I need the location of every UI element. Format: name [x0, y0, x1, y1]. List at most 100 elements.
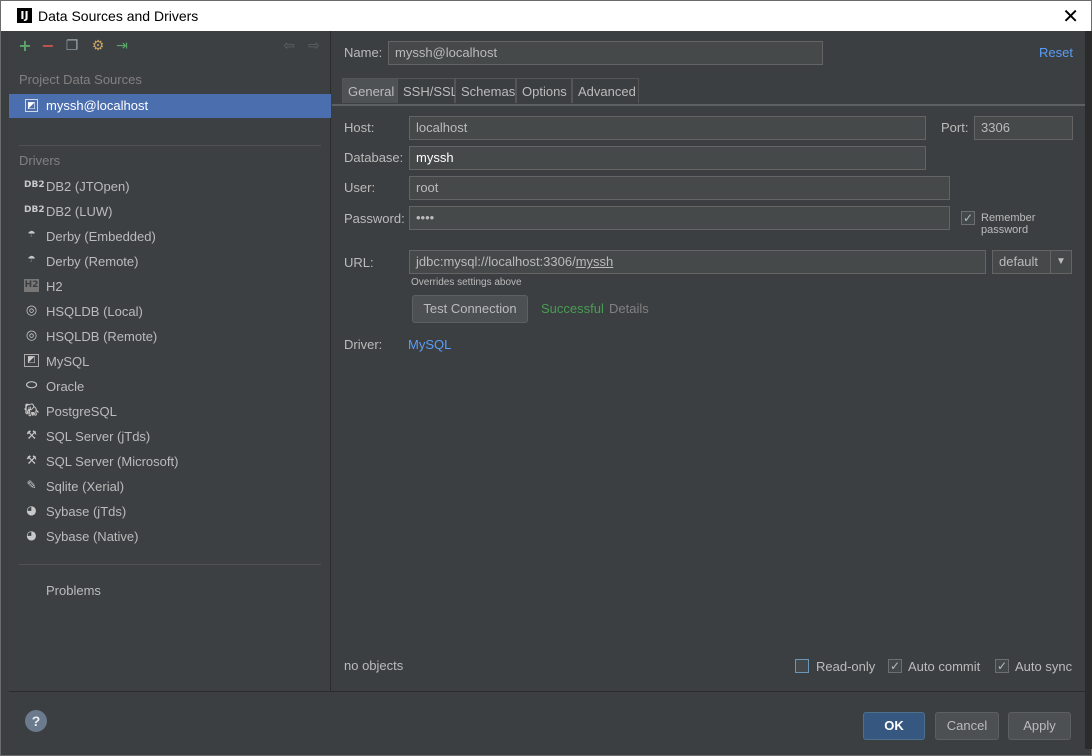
host-label: Host:: [344, 120, 375, 135]
hsqldb-icon: ◎: [25, 328, 38, 343]
data-source-item-myssh[interactable]: ◩ myssh@localhost: [9, 94, 331, 118]
help-icon[interactable]: ?: [25, 710, 47, 732]
driver-item-db2-jtopen[interactable]: DB2 DB2 (JTOpen): [9, 174, 331, 199]
derby-icon: ☂: [27, 255, 36, 265]
driver-label: H2: [46, 279, 63, 294]
remove-icon[interactable]: −: [39, 36, 57, 56]
driver-label: SQL Server (Microsoft): [46, 454, 179, 469]
cancel-button[interactable]: Cancel: [935, 712, 999, 740]
db2-icon: DB2: [24, 205, 45, 215]
import-icon[interactable]: ⇥: [113, 36, 131, 56]
url-mode-value: default: [999, 254, 1039, 269]
driver-label: DB2 (JTOpen): [46, 179, 130, 194]
port-input[interactable]: 3306: [974, 116, 1073, 140]
driver-item-sqlserver-jtds[interactable]: ⚒ SQL Server (jTds): [9, 424, 331, 449]
reset-link[interactable]: Reset: [1039, 45, 1073, 60]
driver-item-hsqldb-local[interactable]: ◎ HSQLDB (Local): [9, 299, 331, 324]
driver-item-derby-embedded[interactable]: ☂ Derby (Embedded): [9, 224, 331, 249]
database-input[interactable]: myssh: [409, 146, 926, 170]
name-input[interactable]: myssh@localhost: [388, 41, 823, 65]
driver-label: Sybase (jTds): [46, 504, 127, 519]
tab-general[interactable]: General: [342, 78, 398, 103]
dialog-window: IJ Data Sources and Drivers ✕ + − ❐ ⚙ ⇥ …: [0, 0, 1092, 756]
password-label: Password:: [344, 211, 405, 226]
add-icon[interactable]: +: [16, 36, 34, 56]
problems-item[interactable]: Problems: [46, 583, 101, 598]
tab-advanced[interactable]: Advanced: [572, 78, 639, 103]
tab-ssh-ssl[interactable]: SSH/SSL: [397, 78, 458, 103]
back-arrow-icon[interactable]: ⇦: [280, 36, 298, 56]
driver-label: DB2 (LUW): [46, 204, 113, 219]
settings-icon[interactable]: ⚙: [89, 36, 107, 56]
driver-label: HSQLDB (Local): [46, 304, 143, 319]
driver-label: SQL Server (jTds): [46, 429, 151, 444]
driver-item-db2-luw[interactable]: DB2 DB2 (LUW): [9, 199, 331, 224]
connection-status: Successful: [541, 301, 604, 316]
postgresql-icon: 🐘︎: [24, 403, 40, 417]
sidebar-toolbar: + − ❐ ⚙ ⇥ ⇦ ⇨: [9, 31, 331, 63]
driver-label: Driver:: [344, 337, 383, 352]
autocommit-checkbox[interactable]: ✓: [888, 659, 902, 673]
autosync-checkbox[interactable]: ✓: [995, 659, 1009, 673]
driver-link[interactable]: MySQL: [408, 337, 451, 352]
window-edge: [1085, 31, 1092, 749]
sqlite-icon: ✎: [26, 478, 37, 492]
tab-options[interactable]: Options: [516, 78, 572, 103]
remember-password-checkbox[interactable]: ✓: [961, 211, 975, 225]
sybase-icon: ◕: [26, 528, 37, 542]
readonly-label: Read-only: [816, 659, 876, 674]
apply-button[interactable]: Apply: [1008, 712, 1071, 740]
chevron-down-icon: ▼: [1050, 251, 1071, 273]
driver-label: Derby (Embedded): [46, 229, 156, 244]
url-database: myssh: [575, 254, 614, 269]
mysql-icon: ◩: [25, 99, 38, 112]
driver-item-sybase-native[interactable]: ◕ Sybase (Native): [9, 524, 331, 549]
remember-password-label: Remember password: [981, 212, 1036, 236]
user-label: User:: [344, 180, 376, 195]
driver-item-postgresql[interactable]: 🐘︎ PostgreSQL: [9, 399, 331, 424]
password-input[interactable]: ••••: [409, 206, 950, 230]
url-mode-select[interactable]: default ▼: [992, 250, 1072, 274]
divider: [19, 564, 321, 565]
close-icon[interactable]: ✕: [1062, 4, 1079, 28]
details-link[interactable]: Details: [609, 301, 649, 316]
divider: [19, 145, 321, 146]
data-source-label: myssh@localhost: [46, 98, 149, 113]
test-connection-button[interactable]: Test Connection: [412, 295, 528, 323]
driver-item-sybase-jtds[interactable]: ◕ Sybase (jTds): [9, 499, 331, 524]
h2-icon: H2: [24, 279, 39, 292]
derby-icon: ☂: [27, 230, 36, 240]
tab-schemas[interactable]: Schemas: [455, 78, 516, 103]
host-input[interactable]: localhost: [409, 116, 926, 140]
driver-item-mysql[interactable]: ◩ MySQL: [9, 349, 331, 374]
driver-item-derby-remote[interactable]: ☂ Derby (Remote): [9, 249, 331, 274]
oracle-icon: ⬭: [25, 378, 38, 393]
driver-label: Oracle: [46, 379, 85, 394]
name-label: Name:: [344, 45, 383, 60]
ok-button[interactable]: OK: [863, 712, 925, 740]
overrides-hint: Overrides settings above: [411, 277, 522, 288]
driver-label: Derby (Remote): [46, 254, 139, 269]
user-input[interactable]: root: [409, 176, 950, 200]
copy-icon[interactable]: ❐: [63, 36, 81, 56]
driver-item-hsqldb-remote[interactable]: ◎ HSQLDB (Remote): [9, 324, 331, 349]
sybase-icon: ◕: [26, 503, 37, 517]
tab-underline: [332, 104, 1085, 106]
driver-item-sqlite[interactable]: ✎ Sqlite (Xerial): [9, 474, 331, 499]
url-input[interactable]: jdbc:mysql://localhost:3306/myssh: [409, 250, 986, 274]
driver-item-h2[interactable]: H2 H2: [9, 274, 331, 299]
intellij-app-icon: IJ: [17, 8, 32, 23]
driver-item-sqlserver-microsoft[interactable]: ⚒ SQL Server (Microsoft): [9, 449, 331, 474]
hsqldb-icon: ◎: [25, 303, 38, 318]
drivers-label: Drivers: [19, 153, 61, 168]
url-prefix: jdbc:mysql://localhost:3306/: [416, 254, 576, 269]
driver-label: HSQLDB (Remote): [46, 329, 158, 344]
title-bar: IJ Data Sources and Drivers ✕: [1, 1, 1091, 31]
driver-item-oracle[interactable]: ⬭ Oracle: [9, 374, 331, 399]
driver-label: MySQL: [46, 354, 90, 369]
readonly-checkbox[interactable]: [795, 659, 809, 673]
sqlserver-icon: ⚒: [26, 453, 37, 467]
database-label: Database:: [344, 150, 404, 165]
forward-arrow-icon[interactable]: ⇨: [305, 36, 323, 56]
window-title: Data Sources and Drivers: [38, 8, 199, 24]
